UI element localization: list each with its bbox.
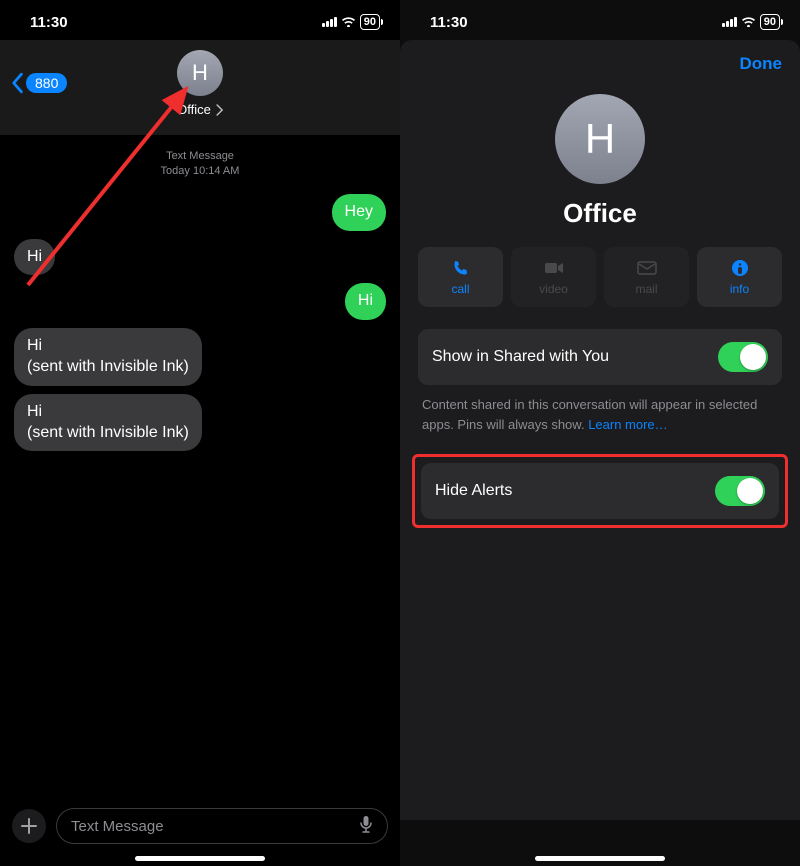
contact-name-row[interactable]: Office: [177, 102, 223, 117]
message-outgoing[interactable]: Hi: [345, 283, 386, 320]
info-icon: [731, 258, 749, 278]
action-video: video: [511, 247, 596, 307]
learn-more-link[interactable]: Learn more…: [588, 417, 667, 432]
action-video-label: video: [539, 282, 568, 296]
message-incoming[interactable]: Hi: [14, 239, 55, 276]
message-input[interactable]: Text Message: [56, 808, 388, 844]
unread-badge: 880: [26, 73, 67, 93]
plus-icon: [20, 817, 38, 835]
hide-alerts-label: Hide Alerts: [435, 482, 512, 500]
annotation-highlight-hide-alerts: Hide Alerts: [412, 454, 788, 528]
mic-icon[interactable]: [359, 815, 373, 837]
battery-icon: 90: [360, 14, 380, 30]
phone-right-contact-sheet: 11:30 90 Done H Office call video mail: [400, 0, 800, 866]
chat-body: Text Message Today 10:14 AM Hey Hi Hi Hi (s…: [0, 135, 400, 785]
contact-name-large: Office: [418, 198, 782, 229]
message-incoming[interactable]: Hi (sent with Invisible Ink): [14, 328, 202, 386]
shared-with-you-toggle[interactable]: [718, 342, 768, 372]
message-placeholder: Text Message: [71, 818, 164, 835]
phone-left-messages: 11:30 90 880 H Office Text Message Today…: [0, 0, 400, 866]
plus-button[interactable]: [12, 809, 46, 843]
status-time: 11:30: [30, 14, 68, 31]
hide-alerts-toggle[interactable]: [715, 476, 765, 506]
contact-details-sheet: Done H Office call video mail info Show …: [400, 40, 800, 820]
contact-actions: call video mail info: [418, 247, 782, 307]
message-row: Hi: [14, 235, 386, 280]
contact-avatar[interactable]: H: [177, 50, 223, 96]
action-info-label: info: [730, 282, 749, 296]
shared-with-you-explain: Content shared in this conversation will…: [418, 385, 782, 454]
cellular-icon: [322, 17, 337, 27]
action-mail-label: mail: [635, 282, 657, 296]
status-right: 90: [722, 14, 780, 30]
done-button[interactable]: Done: [740, 54, 783, 74]
message-incoming[interactable]: Hi (sent with Invisible Ink): [14, 394, 202, 452]
mail-icon: [637, 258, 657, 278]
action-mail: mail: [604, 247, 689, 307]
video-icon: [544, 258, 564, 278]
message-row: Hey: [14, 190, 386, 235]
phone-icon: [452, 258, 470, 278]
chevron-right-icon: [215, 104, 223, 116]
message-row: Hi (sent with Invisible Ink): [14, 390, 386, 456]
contact-avatar-large[interactable]: H: [555, 94, 645, 184]
wifi-icon: [741, 16, 756, 28]
shared-with-you-label: Show in Shared with You: [432, 348, 609, 366]
status-bar: 11:30 90: [400, 0, 800, 40]
message-row: Hi: [14, 279, 386, 324]
home-indicator[interactable]: [135, 856, 265, 861]
status-right: 90: [322, 14, 380, 30]
message-outgoing[interactable]: Hey: [332, 194, 386, 231]
home-indicator[interactable]: [535, 856, 665, 861]
wifi-icon: [341, 16, 356, 28]
status-time: 11:30: [430, 14, 468, 31]
action-info[interactable]: info: [697, 247, 782, 307]
hide-alerts-row[interactable]: Hide Alerts: [421, 463, 779, 519]
cellular-icon: [722, 17, 737, 27]
contact-name: Office: [177, 102, 211, 117]
action-call[interactable]: call: [418, 247, 503, 307]
chat-meta: Text Message Today 10:14 AM: [14, 149, 386, 180]
action-call-label: call: [451, 282, 469, 296]
battery-icon: 90: [760, 14, 780, 30]
back-button[interactable]: 880: [10, 72, 67, 94]
status-bar: 11:30 90: [0, 0, 400, 40]
shared-with-you-row[interactable]: Show in Shared with You: [418, 329, 782, 385]
message-input-bar: Text Message: [0, 808, 400, 844]
chat-header: 880 H Office: [0, 40, 400, 135]
message-row: Hi (sent with Invisible Ink): [14, 324, 386, 390]
chevron-left-icon: [10, 72, 24, 94]
